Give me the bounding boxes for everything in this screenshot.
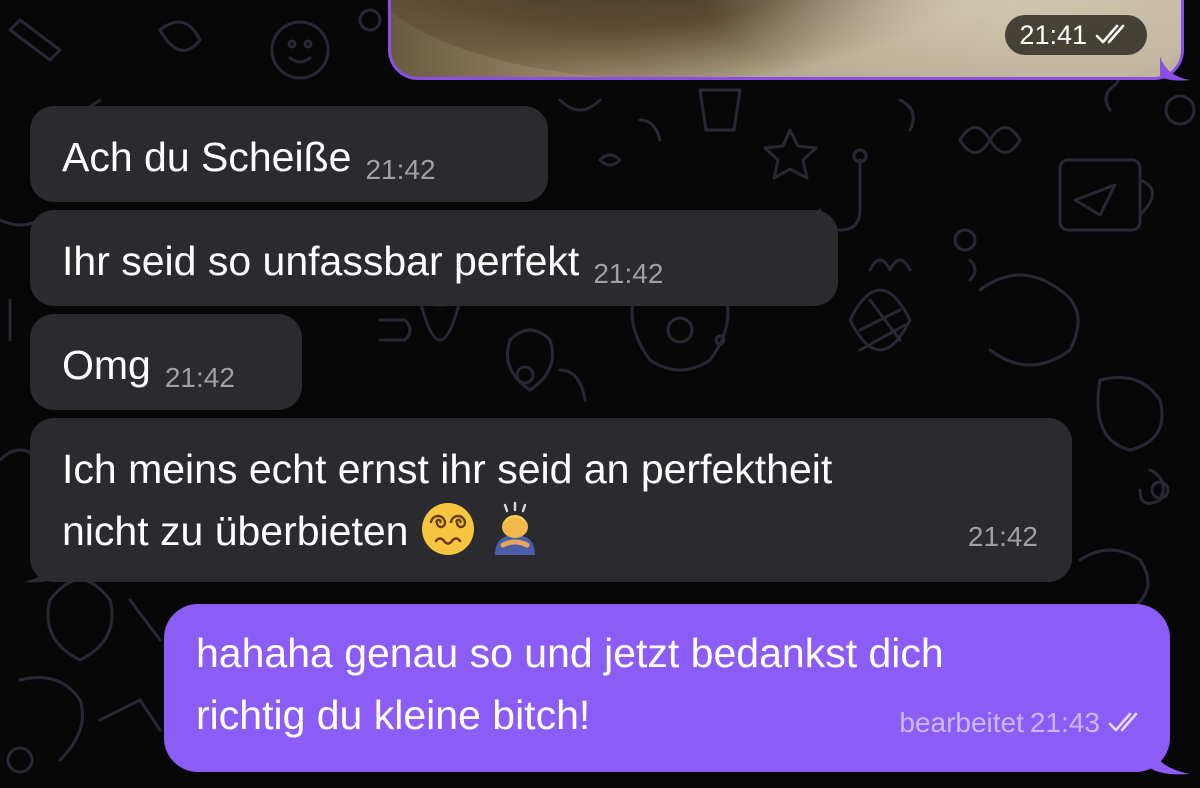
dizzy-face-emoji [420, 501, 476, 557]
message-timestamp: 21:43 [1029, 707, 1100, 738]
double-check-icon [1108, 712, 1138, 732]
outgoing-bubble-tail [1150, 746, 1190, 775]
outgoing-message[interactable]: hahaha genau so und jetzt bedankst dich … [164, 604, 1170, 772]
person-bowing-emoji [487, 501, 543, 557]
person-bowing-icon [495, 501, 536, 555]
message-text-line-1: Ich meins echt ernst ihr seid an perfekt… [62, 446, 833, 492]
message-timestamp: 21:42 [967, 521, 1038, 552]
incoming-message-1[interactable]: Ach du Scheiße 21:42 [30, 106, 548, 202]
message-text: Omg [62, 342, 151, 388]
incoming-message-3[interactable]: Omg 21:42 [30, 314, 302, 410]
sent-photo-tail [1160, 56, 1190, 81]
dizzy-face-icon [421, 503, 474, 555]
message-timestamp: 21:42 [365, 154, 436, 185]
message-text: Ihr seid so unfassbar perfekt [62, 238, 580, 284]
incoming-message-2[interactable]: Ihr seid so unfassbar perfekt 21:42 [30, 210, 838, 306]
message-timestamp: 21:42 [164, 362, 235, 393]
incoming-message-4[interactable]: Ich meins echt ernst ihr seid an perfekt… [30, 418, 1072, 582]
message-text-line-1: hahaha genau so und jetzt bedankst dich [196, 630, 944, 676]
edited-label: bearbeitet [899, 707, 1024, 738]
photo-timestamp-pill: 21:41 [1005, 15, 1147, 55]
message-text-line-2-wrap: nicht zu überbieten [62, 500, 1044, 562]
incoming-bubble-tail [24, 556, 58, 583]
double-check-icon [1095, 24, 1125, 44]
message-text-line-2: nicht zu überbieten [62, 508, 409, 554]
message-timestamp: 21:42 [593, 258, 664, 289]
sent-photo-message[interactable]: 21:41 [388, 0, 1184, 80]
message-text: Ach du Scheiße [62, 134, 352, 180]
message-meta: bearbeitet 21:43 [899, 692, 1146, 754]
photo-timestamp: 21:41 [1019, 19, 1087, 50]
